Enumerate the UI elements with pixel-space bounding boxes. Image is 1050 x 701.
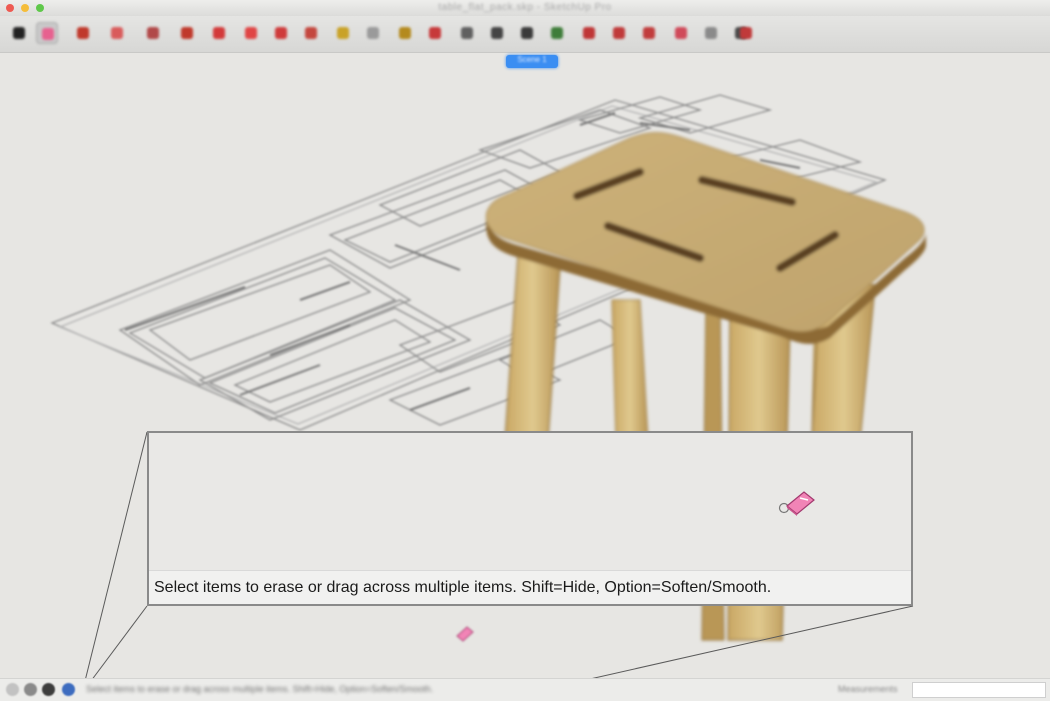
select-tool-icon[interactable] [8, 22, 30, 44]
main-toolbar [0, 16, 1050, 53]
measurements-input[interactable] [912, 682, 1046, 698]
rectangle-tool-icon[interactable] [142, 22, 164, 44]
zoom-extents-tool-icon[interactable] [516, 22, 538, 44]
materials-tool-icon[interactable] [578, 22, 600, 44]
magnified-callout: Select items to erase or drag across mul… [147, 431, 913, 606]
dimension-tool-icon[interactable] [362, 22, 384, 44]
callout-status-text: Select items to erase or drag across mul… [149, 570, 911, 604]
move-tool-icon[interactable] [208, 22, 230, 44]
eraser-tool-icon[interactable] [36, 22, 58, 44]
rotate-tool-icon[interactable] [240, 22, 262, 44]
pencil-tool-icon[interactable] [72, 22, 94, 44]
scale-tool-icon[interactable] [270, 22, 292, 44]
credits-icon[interactable] [24, 683, 37, 696]
paint-bucket-tool-icon[interactable] [394, 22, 416, 44]
status-bar: Select items to erase or drag across mul… [0, 678, 1050, 701]
push-pull-tool-icon[interactable] [176, 22, 198, 44]
geolocation-icon[interactable] [6, 683, 19, 696]
layout-tool-icon[interactable] [700, 22, 722, 44]
status-instruction-text: Select items to erase or drag across mul… [86, 684, 434, 694]
styles-tool-icon[interactable] [608, 22, 630, 44]
orbit-tool-icon[interactable] [424, 22, 446, 44]
zoom-tool-icon[interactable] [486, 22, 508, 44]
extension-warehouse-tool-icon[interactable] [670, 22, 692, 44]
user-icon[interactable] [42, 683, 55, 696]
tape-measure-tool-icon[interactable] [332, 22, 354, 44]
sandbox-tool-icon[interactable] [735, 22, 757, 44]
eraser-cursor-small-icon [456, 626, 474, 642]
eraser-cursor-icon [778, 491, 815, 516]
warehouse-tool-icon[interactable] [638, 22, 660, 44]
offset-tool-icon[interactable] [300, 22, 322, 44]
window-title: table_flat_pack.skp - SketchUp Pro [438, 2, 612, 13]
components-tool-icon[interactable] [546, 22, 568, 44]
instructor-icon[interactable] [62, 683, 75, 696]
measurements-label: Measurements [838, 684, 898, 694]
arc-tool-icon[interactable] [106, 22, 128, 44]
title-bar: table_flat_pack.skp - SketchUp Pro [0, 0, 1050, 16]
pan-tool-icon[interactable] [456, 22, 478, 44]
